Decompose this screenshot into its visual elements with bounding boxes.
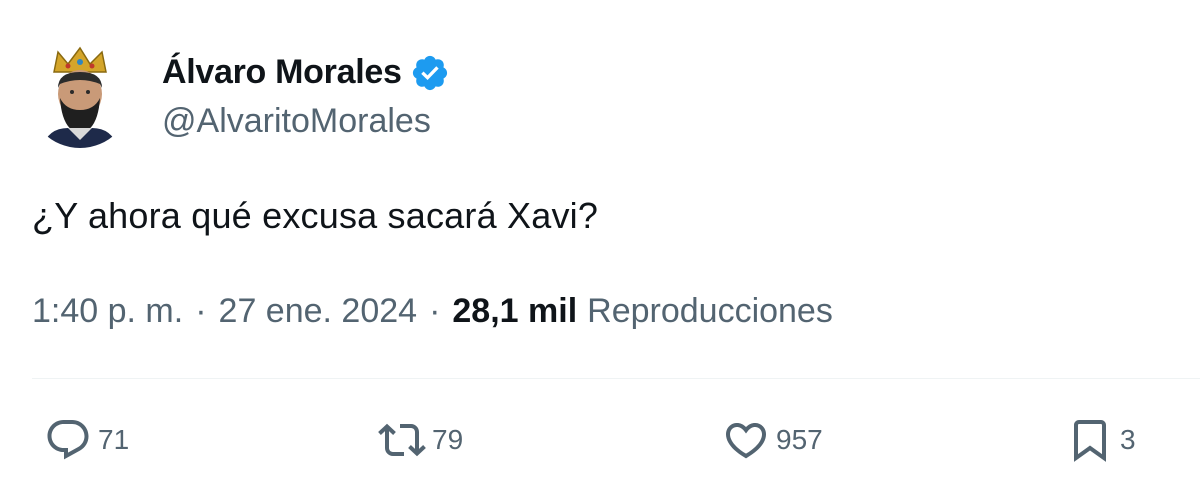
bookmark-count: 3 [1120, 424, 1136, 455]
reply-count: 71 [98, 424, 130, 455]
avatar[interactable] [28, 44, 132, 148]
tweet-meta: 1:40 p. m. · 27 ene. 2024 · 28,1 mil Rep… [32, 292, 833, 331]
views-count: 28,1 mil [452, 292, 578, 330]
avatar-image [28, 44, 132, 148]
bookmark-icon [1074, 420, 1106, 462]
meta-separator: · [429, 292, 441, 330]
tweet-text: ¿Y ahora qué excusa sacará Xavi? [32, 195, 599, 236]
verified-badge-icon [412, 55, 447, 91]
author-display-name[interactable]: Álvaro Morales [162, 53, 402, 92]
like-button[interactable]: 957 [722, 414, 823, 466]
reply-button[interactable]: 71 [44, 414, 129, 466]
retweet-button[interactable]: 79 [378, 414, 463, 466]
retweet-icon [378, 423, 426, 457]
divider [32, 378, 1200, 379]
retweet-count: 79 [432, 424, 464, 455]
reply-icon [47, 420, 89, 460]
tweet-time[interactable]: 1:40 p. m. [32, 292, 183, 331]
tweet-date[interactable]: 27 ene. 2024 [219, 292, 418, 331]
meta-separator: · [195, 292, 207, 330]
author-handle[interactable]: @AlvaritoMorales [162, 102, 431, 141]
bookmark-button[interactable]: 3 [1066, 414, 1136, 466]
like-count: 957 [776, 424, 823, 455]
views-label: Reproducciones [587, 292, 833, 330]
heart-icon [725, 423, 767, 459]
author-name-row[interactable]: Álvaro Morales [162, 52, 450, 92]
